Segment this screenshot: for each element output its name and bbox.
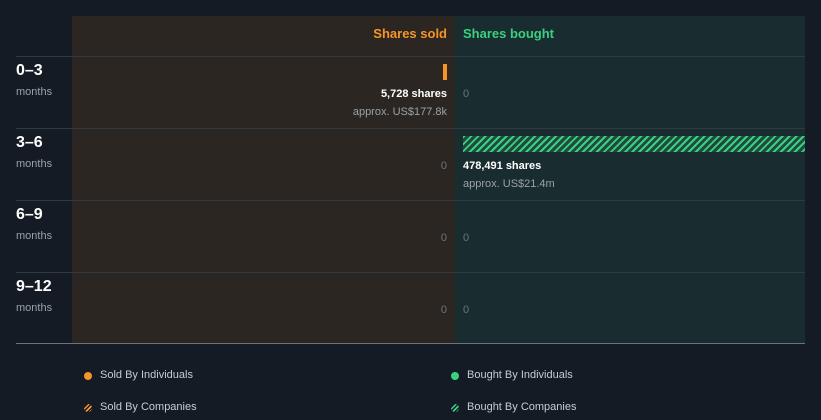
shares-sold-header: Shares sold — [373, 26, 447, 41]
sold-bar — [443, 64, 447, 80]
period-unit: months — [16, 230, 53, 242]
bought-zero-label: 0 — [463, 304, 470, 316]
sold-zero-label: 0 — [440, 232, 447, 244]
chart-baseline — [16, 343, 805, 344]
bought-value-label: approx. US$21.4m — [463, 178, 555, 190]
insider-trading-chart: Shares sold Shares bought 0–3 months 5,728… — [0, 0, 821, 420]
period-label: 6–9 — [16, 206, 43, 223]
legend-item: Sold By Individuals — [84, 369, 193, 382]
legend-hatch-icon — [84, 403, 92, 412]
sold-zero-label: 0 — [440, 160, 447, 172]
sold-panel — [72, 16, 455, 343]
legend-label: Sold By Individuals — [100, 369, 193, 381]
sold-shares-label: 5,728 shares — [380, 88, 447, 100]
period-label: 3–6 — [16, 134, 43, 151]
legend-label: Bought By Companies — [467, 401, 577, 413]
bought-bar — [463, 136, 805, 152]
row-divider — [16, 200, 805, 201]
legend-dot-icon — [84, 371, 92, 380]
sold-zero-label: 0 — [440, 304, 447, 316]
legend-label: Bought By Individuals — [467, 369, 573, 381]
bought-shares-label: 478,491 shares — [463, 160, 542, 172]
legend-item: Bought By Companies — [451, 401, 576, 414]
legend-item: Bought By Individuals — [451, 369, 573, 382]
period-label: 9–12 — [16, 278, 52, 295]
period-unit: months — [16, 158, 53, 170]
period-unit: months — [16, 302, 53, 314]
bought-zero-label: 0 — [463, 232, 470, 244]
legend-dot-icon — [451, 371, 459, 380]
bought-zero-label: 0 — [463, 88, 470, 100]
period-label: 0–3 — [16, 62, 43, 79]
row-divider — [16, 272, 805, 273]
legend-label: Sold By Companies — [100, 401, 197, 413]
period-unit: months — [16, 86, 53, 98]
sold-value-label: approx. US$177.8k — [352, 106, 447, 118]
row-divider — [16, 128, 805, 129]
legend-item: Sold By Companies — [84, 401, 197, 414]
legend-hatch-icon — [451, 403, 459, 412]
shares-bought-header: Shares bought — [463, 26, 555, 41]
row-divider — [16, 56, 805, 57]
